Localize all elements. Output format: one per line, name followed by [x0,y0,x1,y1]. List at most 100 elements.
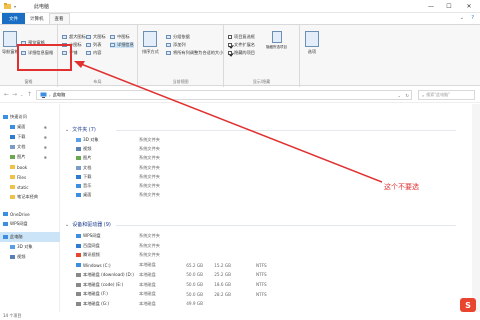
recent-locations-icon[interactable]: ⌄ [20,92,23,97]
hide-selected-button[interactable]: 隐藏所选项目 [266,31,287,50]
divider [116,130,456,131]
group-header[interactable]: ⌄ 设备和驱动器 (9) [65,221,111,229]
folder-icon [10,185,15,189]
nav-item[interactable]: static [0,182,60,192]
maximize-button[interactable]: ☐ [442,0,456,13]
chevron-down-icon[interactable]: ⌄ [460,15,464,21]
item-name: 腾讯视频 [76,252,100,258]
list-item[interactable]: 本地磁盘 (G:) 本地磁盘 49.9 GB [61,300,461,308]
list-item[interactable]: 图片 系统文件夹 [61,154,461,162]
item-file-system: NTFS [256,272,267,278]
current-view-group-label: 当前视图 [172,79,189,84]
address-dropdown-icon[interactable]: ⌄ [397,93,401,98]
hidden-items-toggle[interactable]: 隐藏的项目 [228,50,255,56]
minimize-button[interactable]: — [424,0,438,13]
help-icon[interactable]: ? [471,15,474,21]
nav-item[interactable]: 桌面 ✱ [0,122,60,132]
layout-content[interactable]: 内容 [86,50,101,56]
up-icon[interactable]: ↑ [27,91,32,98]
file-extensions-toggle[interactable]: 文件扩展名 [228,42,255,48]
breadcrumb-this-pc[interactable]: 此电脑 [53,92,66,98]
list-item[interactable]: 桌面 系统文件夹 [61,191,461,199]
group-by-button[interactable]: 分组依据 [166,34,190,40]
group-header[interactable]: ⌄ 文件夹 (7) [65,126,96,134]
drive-icon [76,301,81,306]
sort-icon [143,31,158,47]
vertical-scrollbar[interactable] [472,104,480,312]
nav-item[interactable]: 下载 ✱ [0,132,60,142]
nav-item[interactable]: WPS网盘 [0,219,60,229]
layout-large-icons[interactable]: 大图标 [86,34,106,40]
forward-icon[interactable]: → [12,91,17,98]
options-button[interactable]: 选项 [305,31,319,55]
item-name-text: 下载 [83,173,92,179]
nav-item[interactable]: 图片 ✱ [0,152,60,162]
nav-item[interactable]: book [0,162,60,172]
item-name-text: 腾讯视频 [83,252,100,258]
layout-extra-large-icons[interactable]: 超大图标 [62,34,86,40]
add-columns-button[interactable]: 添加列 [166,42,186,48]
address-input[interactable]: › 此电脑 ⌄ ↻ [36,90,412,100]
list-item[interactable]: 文档 系统文件夹 [61,164,461,172]
nav-item[interactable]: OneDrive [0,209,60,219]
down-icon [10,135,15,139]
item-type: 系统文件夹 [139,164,160,170]
nav-item[interactable]: 快速访问 [0,112,60,122]
desktop-icon [76,193,81,198]
quick-access-toolbar[interactable]: ▾ [14,4,16,9]
size-columns-button[interactable]: 将所有列调整为合适的大小 [166,50,223,56]
list-item[interactable]: 本地磁盘 (download) (D:) 本地磁盘 50.0 GB 25.2 GB NT… [61,271,461,279]
item-name-text: 音乐 [83,183,92,188]
nav-item[interactable]: 3D 对象 [0,242,60,252]
current-view-group: 排序方式 分组依据 添加列 将所有列调整为合适的大小 当前视图 [138,25,224,87]
desk-icon [10,125,15,129]
tab-computer[interactable]: 计算机 [25,13,49,24]
item-name: 下载 [76,174,91,180]
nav-pane-icon [3,31,18,47]
list-item[interactable]: 百度网盘 系统文件夹 [61,242,461,250]
list-item[interactable]: 本地磁盘 (code) (E:) 本地磁盘 50.0 GB 18.6 GB NTFS [61,281,461,289]
pin-icon: ✱ [43,124,47,130]
nav-item[interactable]: 此电脑 [0,232,60,242]
content-icon [86,51,91,55]
item-checkboxes-toggle[interactable]: 项目复选框 [228,34,255,40]
close-button[interactable]: ✕ [462,0,476,13]
search-input[interactable]: ⌕ 搜索"此电脑" [418,90,475,100]
list-item[interactable]: Windows (C:) 本地磁盘 65.2 GB 15.2 GB NTFS [61,261,461,269]
nav-item[interactable]: 视频 [0,252,60,262]
layout-list[interactable]: 列表 [86,42,101,48]
list-item[interactable]: 腾讯视频 系统文件夹 [61,251,461,259]
list-item[interactable]: WPS网盘 系统文件夹 [61,232,461,240]
tab-view[interactable]: 查看 [48,13,70,24]
show-hide-group: 项目复选框 文件扩展名 隐藏的项目 隐藏所选项目 显示/隐藏 [224,25,300,87]
pin-icon: ✱ [43,154,47,160]
hide-selected-label: 隐藏所选项目 [266,45,287,49]
layout-medium-icons[interactable]: 中图标 [110,34,130,40]
item-name: 桌面 [76,192,91,198]
item-free-space: 28.2 GB [214,291,231,297]
list-item[interactable]: 视频 系统文件夹 [61,145,461,153]
status-bar: 14 个项目 [0,312,480,320]
refresh-icon[interactable]: ↻ [405,93,409,98]
size-columns-icon [166,51,171,55]
nav-item[interactable]: 笔记本经典 [0,192,60,202]
list-item[interactable]: 3D 对象 系统文件夹 [61,136,461,144]
folder-icon [10,165,15,169]
nav-item-label: WPS网盘 [10,221,28,226]
cloud-icon [76,234,81,238]
list-item[interactable]: 本地磁盘 (F:) 本地磁盘 50.0 GB 28.2 GB NTFS [61,290,461,298]
list-item[interactable]: 下载 系统文件夹 [61,173,461,181]
nav-item-label: 图片 [17,154,26,159]
nav-item[interactable]: Files [0,172,60,182]
item-name-text: WPS网盘 [83,233,101,238]
nav-item-label: 3D 对象 [17,244,33,249]
nav-item-label: OneDrive [10,211,30,217]
layout-details[interactable]: 详细信息 [110,42,134,48]
nav-item[interactable]: 文档 ✱ [0,142,60,152]
pic-icon [10,155,15,159]
hide-selected-icon [271,31,282,43]
sort-by-button[interactable]: 排序方式 [142,31,159,55]
layout-label: 内容 [93,50,102,55]
back-icon[interactable]: ← [4,91,9,98]
tab-file[interactable]: 文件 [2,13,25,24]
